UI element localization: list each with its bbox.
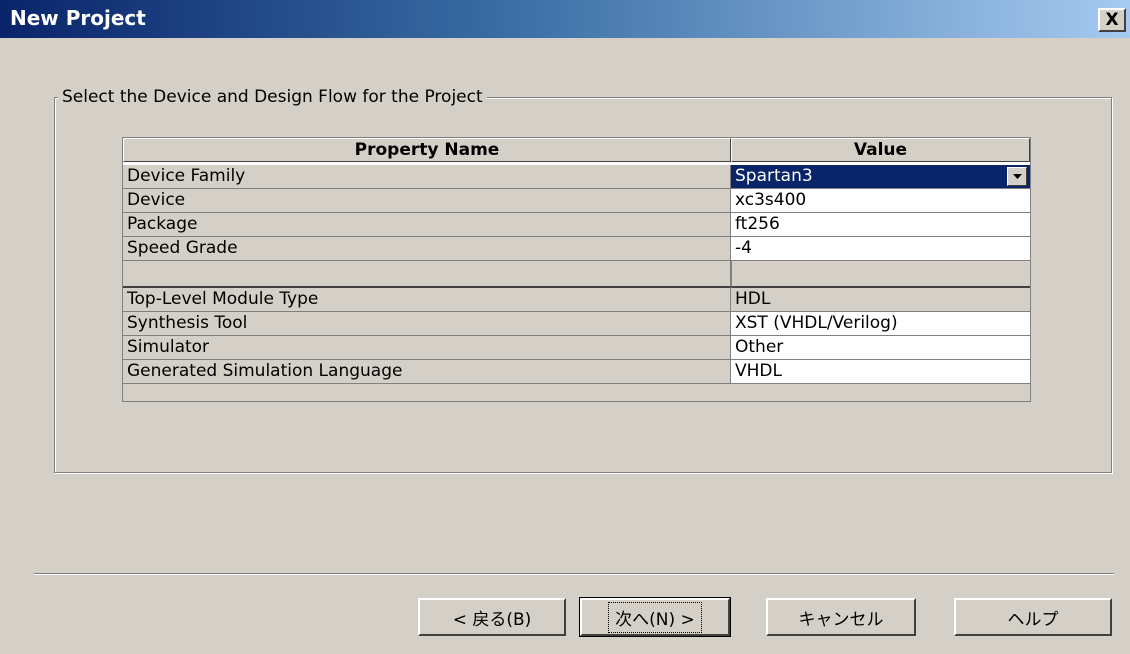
back-button[interactable]: < 戻る(B) — [418, 598, 566, 636]
separator-cell — [731, 261, 1030, 288]
title-bar: New Project X — [0, 0, 1130, 38]
dropdown-button[interactable] — [1007, 167, 1027, 186]
grid-row-simulator[interactable]: Simulator Other — [123, 336, 1030, 360]
window-title: New Project — [10, 6, 146, 30]
back-button-label: < 戻る(B) — [452, 609, 532, 630]
property-name: Generated Simulation Language — [123, 360, 731, 384]
grid-row-top-level-module-type[interactable]: Top-Level Module Type HDL — [123, 288, 1030, 312]
device-value[interactable]: xc3s400 — [731, 189, 1030, 213]
grid-row-package[interactable]: Package ft256 — [123, 213, 1030, 237]
separator-cell — [123, 261, 731, 288]
help-button[interactable]: ヘルプ — [954, 598, 1112, 636]
synthesis-tool-value[interactable]: XST (VHDL/Verilog) — [731, 312, 1030, 336]
grid-row-speed-grade[interactable]: Speed Grade -4 — [123, 237, 1030, 261]
property-name: Package — [123, 213, 731, 237]
top-level-module-type-value: HDL — [731, 288, 1030, 312]
grid-row-device-family[interactable]: Device Family Spartan3 — [123, 165, 1030, 189]
device-family-select[interactable]: Spartan3 — [731, 165, 1030, 189]
generated-simulation-language-value[interactable]: VHDL — [731, 360, 1030, 384]
grid-header-row: Property Name Value — [123, 138, 1030, 162]
next-button-label: 次へ(N) > — [608, 601, 702, 633]
property-name: Device Family — [123, 165, 731, 189]
property-grid: Property Name Value Device Family Sparta… — [122, 137, 1031, 402]
property-name: Device — [123, 189, 731, 213]
cancel-button[interactable]: キャンセル — [766, 598, 916, 636]
property-name: Simulator — [123, 336, 731, 360]
header-value[interactable]: Value — [731, 138, 1030, 162]
grid-empty-area — [123, 384, 1030, 401]
help-button-label: ヘルプ — [1007, 609, 1059, 630]
header-property-name[interactable]: Property Name — [123, 138, 731, 162]
property-name: Speed Grade — [123, 237, 731, 261]
property-name: Synthesis Tool — [123, 312, 731, 336]
grid-row-synthesis-tool[interactable]: Synthesis Tool XST (VHDL/Verilog) — [123, 312, 1030, 336]
device-family-value: Spartan3 — [735, 166, 813, 186]
close-icon: X — [1105, 9, 1119, 30]
package-value[interactable]: ft256 — [731, 213, 1030, 237]
close-button[interactable]: X — [1098, 8, 1126, 32]
property-name: Top-Level Module Type — [123, 288, 731, 312]
simulator-value[interactable]: Other — [731, 336, 1030, 360]
grid-row-generated-simulation-language[interactable]: Generated Simulation Language VHDL — [123, 360, 1030, 384]
chevron-down-icon — [1012, 173, 1022, 179]
speed-grade-value[interactable]: -4 — [731, 237, 1030, 261]
footer-divider — [34, 573, 1114, 575]
grid-row-device[interactable]: Device xc3s400 — [123, 189, 1030, 213]
grid-separator-row — [123, 261, 1030, 288]
cancel-button-label: キャンセル — [798, 609, 884, 630]
next-button[interactable]: 次へ(N) > — [579, 597, 731, 637]
group-label: Select the Device and Design Flow for th… — [58, 87, 487, 107]
